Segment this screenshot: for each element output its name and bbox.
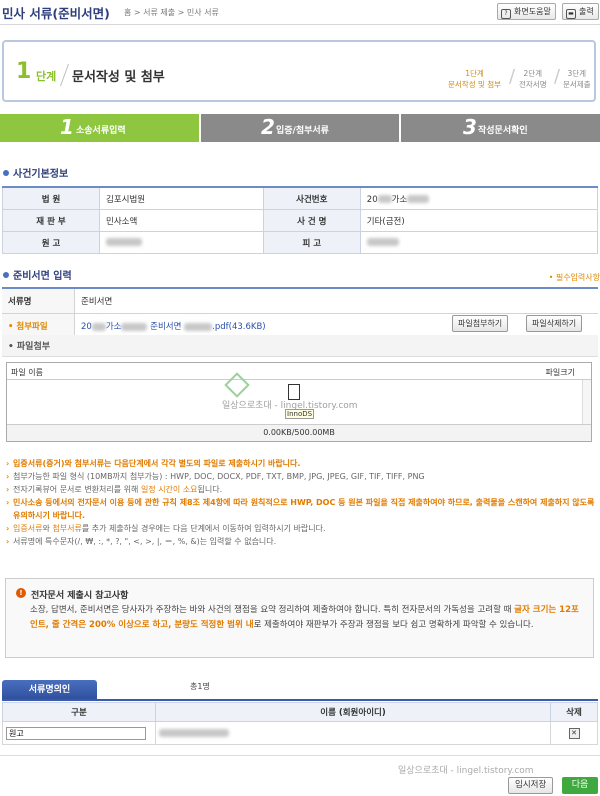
signer-name-value: [155, 721, 551, 745]
division-label: 재 판 부: [2, 209, 100, 232]
note-item: 민사소송 등에서의 전자문서 이용 등에 관한 규칙 제8조 제4항에 따라 원…: [6, 496, 596, 522]
division-value: 민사소액: [99, 209, 264, 232]
bullet-icon: [3, 170, 9, 176]
step-nav-2: 2단계 전자서명: [519, 69, 547, 89]
file-size-column: 파일크기: [545, 368, 575, 377]
case-name-value: 기타(금전): [359, 209, 599, 232]
tab-signers[interactable]: 서류명의인: [2, 680, 97, 700]
drag-cursor-icon: [288, 384, 300, 400]
prep-input-heading: 준비서면 입력: [3, 267, 72, 282]
case-name-label: 사 건 명: [262, 209, 361, 232]
court-label: 법 원: [2, 186, 100, 210]
doc-name-value: 준비서면: [74, 287, 598, 314]
defendant-label: 피 고: [262, 231, 361, 254]
doc-name-label: 서류명: [2, 287, 75, 314]
reference-title: 전자문서 제출시 참고사항: [31, 591, 129, 601]
step-unit: 단계: [36, 70, 57, 83]
signer-table: 구분 이름 (회원아이디) 삭제 ✕: [2, 702, 598, 745]
upload-total-size: 0.00KB/500.00MB: [7, 424, 591, 441]
tab-document-review[interactable]: 3 작성문서확인: [401, 114, 600, 142]
name-column-header: 이름 (회원아이디): [155, 702, 551, 722]
step-separator: /: [509, 66, 516, 87]
plaintiff-label: 원 고: [2, 231, 100, 254]
next-button[interactable]: 다음: [562, 777, 598, 794]
case-number-value: 20 가소: [359, 186, 599, 210]
divider: [2, 699, 598, 701]
prep-input-table: 서류명 준비서면 • 첨부파일 20 가소 준비서면 .pdf(43.6KB): [2, 287, 598, 339]
required-note: • 필수입력사항: [548, 273, 600, 282]
breadcrumb: 홈 > 서류 제출 > 민사 서류: [124, 8, 219, 17]
case-info-heading: 사건기본정보: [3, 165, 68, 180]
note-item: 첨부가능한 파일 형식 (10MB까지 첨부가능) : HWP, DOC, DO…: [6, 470, 596, 483]
step-divider: [59, 64, 70, 86]
alert-icon: !: [16, 588, 26, 598]
watermark-text: 일상으로초대 - lingel.tistory.com: [398, 766, 534, 776]
file-attach-section: • 파일첨부: [2, 335, 598, 357]
table-row: ✕: [2, 721, 598, 745]
signer-count: 총1명: [190, 682, 210, 691]
file-name-column: 파일 이름: [11, 368, 43, 377]
defendant-value: [359, 231, 599, 254]
kind-column-header: 구분: [2, 702, 156, 722]
help-button[interactable]: ? 화면도움말: [497, 3, 556, 20]
attach-file-button[interactable]: 파일첨부하기: [452, 315, 509, 332]
divider: [0, 755, 600, 756]
court-value: 김포시법원: [99, 186, 264, 210]
reference-body: 소장, 답변서, 준비서면은 당사자가 주장하는 바와 사건의 쟁점을 요약 정…: [30, 605, 579, 630]
delete-column-header: 삭제: [550, 702, 598, 722]
bullet-icon: [3, 272, 9, 278]
scrollbar[interactable]: [582, 380, 591, 426]
note-item: 서류명에 특수문자(/, ₩, :, *, ?, ", <, >, |, ＝, …: [6, 535, 596, 548]
temp-save-button[interactable]: 임시저장: [508, 777, 554, 794]
note-item: 입증서류와 첨부서류를 추가 제출하실 경우에는 다음 단계에서 이동하여 입력…: [6, 522, 596, 535]
tab-document-input[interactable]: 1 소송서류입력: [0, 114, 199, 142]
page-title: 민사 서류(준비서면): [2, 6, 110, 21]
step-number: 1: [16, 59, 32, 84]
printer-icon: ▬: [566, 9, 576, 19]
step-separator: /: [554, 66, 561, 87]
notes-list: 입증서류(증거)와 첨부서류는 다음단계에서 각각 별도의 파일로 제출하시기 …: [6, 457, 596, 548]
signer-kind-field[interactable]: [6, 726, 146, 740]
delete-icon[interactable]: ✕: [568, 727, 580, 739]
reference-box: ! 전자문서 제출시 참고사항 소장, 답변서, 준비서면은 당사자가 주장하는…: [5, 578, 594, 658]
note-item: 전자기록뷰어 문서로 변환처리를 위해 일정 시간이 소요됩니다.: [6, 483, 596, 496]
case-number-label: 사건번호: [262, 186, 361, 210]
print-button[interactable]: ▬ 출력: [562, 3, 599, 20]
delete-file-button[interactable]: 파일삭제하기: [526, 315, 583, 332]
step-box: 1 단계 문서작성 및 첨부 1단계 문서작성 및 첨부 / 2단계 전자서명 / …: [2, 40, 596, 102]
divider: [7, 379, 591, 380]
help-icon: ?: [501, 9, 511, 19]
step-title: 문서작성 및 첨부: [72, 70, 165, 85]
case-info-table: 법 원 김포시법원 사건번호 20 가소 재 판 부 민사소액 사 건 명 기타(…: [2, 186, 599, 254]
step-nav-3: 3단계 문서제출: [563, 69, 591, 89]
tab-evidence-attachments[interactable]: 2 입증/첨부서류: [201, 114, 399, 142]
note-item: 입증서류(증거)와 첨부서류는 다음단계에서 각각 별도의 파일로 제출하시기 …: [6, 457, 596, 470]
plaintiff-value: [99, 231, 264, 254]
step-nav-1: 1단계 문서작성 및 첨부: [448, 69, 502, 89]
drag-tooltip: InnoDS: [285, 409, 315, 419]
